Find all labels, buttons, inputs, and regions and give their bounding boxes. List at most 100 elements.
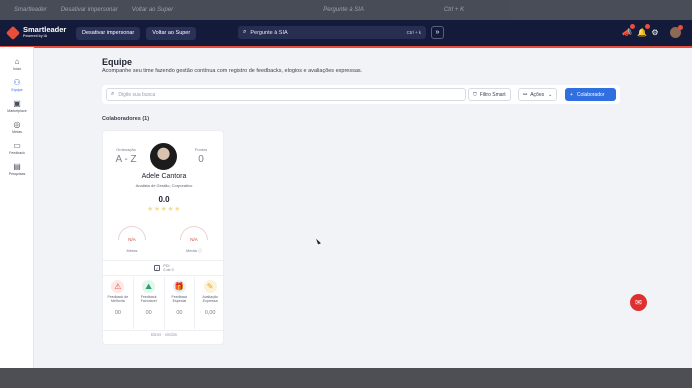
goals-icon: ◎ xyxy=(13,119,21,129)
actions-label: Ações xyxy=(530,91,545,98)
collaborator-card[interactable]: Ordenação A - Z Pontos 0 Adele Cantora A… xyxy=(102,130,224,345)
search-shortcut: Ctrl + k xyxy=(406,30,421,35)
express-eval-icon: ✎ xyxy=(203,280,217,293)
card-footer[interactable]: Bizos · vindos xyxy=(103,332,225,337)
feedback-label: Avaliação Expressa xyxy=(202,295,218,304)
average-label: Média xyxy=(185,248,197,253)
sidebar-item-label: Marketplace xyxy=(7,108,27,113)
search-icon: ⌕ xyxy=(243,29,247,35)
checkbox-icon: ✓ xyxy=(154,265,161,271)
collaborator-name[interactable]: Adele Cantora xyxy=(103,173,225,180)
order-label: Ordenação xyxy=(116,147,136,152)
average-gauge[interactable]: N/A Média ⓘ xyxy=(179,226,209,260)
feedback-label: Feedback Especial xyxy=(171,295,188,304)
collaborator-avatar xyxy=(150,143,177,170)
ghost-text: Ctrl + K xyxy=(443,7,465,13)
collaborator-role: Analista de Gestão, Corporativo xyxy=(135,183,193,188)
sidebar-item-metas[interactable]: ◎ Metas xyxy=(0,116,34,137)
goals-gauge[interactable]: N/A Metas xyxy=(117,226,147,260)
logo-mark-icon xyxy=(5,25,21,41)
mouse-cursor-icon xyxy=(316,237,321,245)
smart-filter-label: Filtro Smart xyxy=(479,91,506,98)
feedback-summary: ⚠ Feedback de Melhoria 00 ⛰ Feedback Fav… xyxy=(103,277,225,329)
sidebar-item-label: Equipe xyxy=(11,87,23,92)
goals-value: N/A xyxy=(128,237,136,242)
points-value: 0 xyxy=(198,154,204,165)
smart-filter-button[interactable]: ⛉ Filtro Smart xyxy=(468,88,511,101)
avatar-badge xyxy=(678,25,683,30)
ai-search-placeholder: Pergunte à SIA xyxy=(250,29,288,36)
sidebar: ⌂ Início ⚇ Equipe ▣ Marketplace ◎ Metas … xyxy=(0,47,34,368)
home-icon: ⌂ xyxy=(14,56,20,66)
feedback-value: 00 xyxy=(145,310,152,316)
sidebar-item-feedback[interactable]: ▭ Feedback xyxy=(0,137,34,158)
logo-subtext: Powered by IA xyxy=(23,34,48,38)
sidebar-item-inicio[interactable]: ⌂ Início xyxy=(0,53,34,74)
order-stat[interactable]: Ordenação A - Z xyxy=(106,147,146,165)
ghost-header-bar: Smartleader Desativar impersonar Voltar … xyxy=(0,0,692,20)
top-navigation-bar: Smartleader Powered by IA Desativar impe… xyxy=(0,20,692,46)
sidebar-item-pesquisas[interactable]: ▤ Pesquisas xyxy=(0,158,34,179)
marketplace-icon: ▣ xyxy=(13,98,21,108)
notifications-bell-icon[interactable]: 🔔 xyxy=(637,24,650,37)
feedback-improvement[interactable]: ⚠ Feedback de Melhoria 00 xyxy=(103,277,134,329)
deactivate-impersonate-button[interactable]: Desativar impersonar xyxy=(76,26,141,40)
ghost-text: Smartleader xyxy=(14,7,47,13)
surveys-icon: ▤ xyxy=(13,161,21,171)
goals-label: Metas xyxy=(126,248,138,253)
page-title: Equipe xyxy=(102,57,133,67)
order-value: A - Z xyxy=(115,154,137,165)
settings-icon[interactable]: ⚙ xyxy=(650,27,660,37)
points-stat: Pontos 0 xyxy=(181,147,221,165)
ai-send-button[interactable]: » xyxy=(431,26,444,39)
divider xyxy=(103,330,223,331)
team-search-placeholder: Digite sua busca xyxy=(118,91,156,98)
positive-feedback-icon: ⛰ xyxy=(142,280,156,293)
info-icon[interactable]: ⓘ xyxy=(198,248,202,253)
plus-icon: + xyxy=(570,91,573,98)
bottom-bar xyxy=(0,368,692,388)
main-content: Equipe Acompanhe seu time fazendo gestão… xyxy=(34,47,692,368)
user-avatar[interactable] xyxy=(670,25,683,38)
announcements-icon[interactable]: 📣 xyxy=(622,24,635,37)
feedback-label: Feedback Favorável xyxy=(140,295,157,304)
feedback-value: 00 xyxy=(176,310,183,316)
double-chevron-icon: » xyxy=(435,29,440,36)
sidebar-item-label: Metas xyxy=(12,129,22,134)
ghost-text: Desativar impersonar xyxy=(60,7,118,13)
feedback-positive[interactable]: ⛰ Feedback Favorável 00 xyxy=(134,277,165,329)
add-collaborator-label: Colaborador xyxy=(576,91,605,98)
pdi-row[interactable]: ✓ PDI 0 de 0 xyxy=(103,262,225,274)
collaborator-score: 0.0 xyxy=(158,195,170,204)
chat-mail-icon[interactable]: ✉ xyxy=(630,294,647,311)
search-icon: ⌕ xyxy=(111,91,115,97)
filter-icon: ⛉ xyxy=(473,91,477,98)
sidebar-item-equipe[interactable]: ⚇ Equipe xyxy=(0,74,34,95)
feedback-special[interactable]: 🎁 Feedback Especial 00 xyxy=(165,277,196,329)
team-search-input[interactable]: ⌕ Digite sua busca xyxy=(106,88,466,101)
points-label: Pontos xyxy=(194,147,208,152)
divider xyxy=(103,260,223,261)
sidebar-item-marketplace[interactable]: ▣ Marketplace xyxy=(0,95,34,116)
actions-dropdown-button[interactable]: ⚯ Ações ⌄ xyxy=(518,88,558,101)
brand-logo[interactable]: Smartleader Powered by IA xyxy=(5,25,70,41)
ai-search-input[interactable]: ⌕ Pergunte à SIA Ctrl + k xyxy=(238,26,426,39)
ghost-text: Pergunte à SIA xyxy=(323,7,364,13)
actions-icon: ⚯ xyxy=(523,91,528,98)
rating-stars: ★★★★★ xyxy=(147,206,181,213)
add-collaborator-button[interactable]: + Colaborador xyxy=(565,88,616,101)
ghost-text: Voltar ao Super xyxy=(131,7,174,13)
feedback-value: 0,00 xyxy=(204,310,216,316)
feedback-value: 00 xyxy=(114,310,121,316)
team-icon: ⚇ xyxy=(13,77,21,87)
sidebar-item-label: Pesquisas xyxy=(8,171,26,176)
chevron-down-icon: ⌄ xyxy=(548,91,553,98)
average-value: N/A xyxy=(190,237,198,242)
filter-bar: ⌕ Digite sua busca ⛉ Filtro Smart ⚯ Açõe… xyxy=(102,85,620,104)
improvement-feedback-icon: ⚠ xyxy=(111,280,125,293)
feedback-label: Feedback de Melhoria xyxy=(107,295,129,304)
sidebar-item-label: Início xyxy=(12,66,22,71)
special-feedback-icon: 🎁 xyxy=(172,280,186,293)
feedback-express-evaluation[interactable]: ✎ Avaliação Expressa 0,00 xyxy=(195,277,225,329)
back-to-super-button[interactable]: Voltar ao Super xyxy=(146,26,197,40)
